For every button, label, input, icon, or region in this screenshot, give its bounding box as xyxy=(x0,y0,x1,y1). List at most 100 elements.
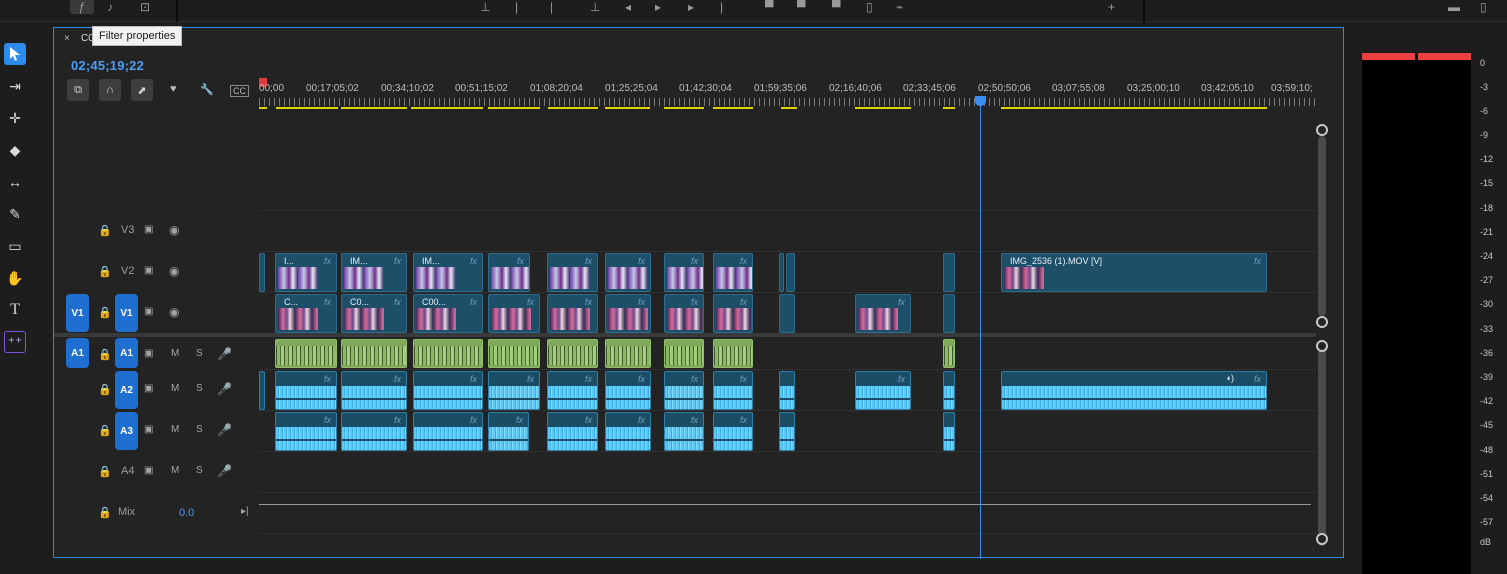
mark-in-icon[interactable]: ⊥ xyxy=(480,0,490,14)
sync-lock-icon[interactable]: ▣ xyxy=(144,465,153,476)
audio-clip[interactable]: fx xyxy=(413,371,483,410)
settings-icon[interactable]: ▬ xyxy=(1448,0,1460,14)
empty-lane[interactable] xyxy=(259,533,1317,558)
lock-icon[interactable]: 🔒 xyxy=(98,424,112,437)
lane-v1[interactable]: C... fx C0... fx C00... fx fx fx fx fx fx f… xyxy=(259,292,1317,333)
extract-icon[interactable]: ▀ xyxy=(797,0,806,14)
audio-clip[interactable]: fx xyxy=(488,412,529,451)
audio-clip[interactable] xyxy=(664,339,704,368)
audio-clip[interactable] xyxy=(547,339,598,368)
captions-icon[interactable]: CC xyxy=(230,85,249,97)
audio-clip[interactable] xyxy=(943,339,955,368)
audio-clip[interactable] xyxy=(779,412,795,451)
video-clip[interactable]: IMG_2536 (1).MOV [V] fx xyxy=(1001,253,1267,292)
audio-scrollbar[interactable] xyxy=(1318,346,1326,546)
video-clip[interactable] xyxy=(779,294,795,333)
lane-a4[interactable] xyxy=(259,451,1317,492)
video-scrollbar[interactable] xyxy=(1318,136,1326,316)
audio-clip[interactable] xyxy=(275,339,337,368)
mix-volume-value[interactable]: 0.0 xyxy=(179,507,194,519)
track-select-tool-icon[interactable]: ⇥ xyxy=(4,75,26,97)
video-clip[interactable]: C... fx xyxy=(275,294,337,333)
audio-clip[interactable]: fx xyxy=(713,412,753,451)
pen-tool-icon[interactable]: ✎ xyxy=(4,203,26,225)
go-in-icon[interactable]: | xyxy=(550,0,553,14)
audio-clip[interactable]: fx xyxy=(605,371,651,410)
video-clip[interactable]: IM... fx xyxy=(413,253,483,292)
video-clip[interactable] xyxy=(786,253,795,292)
lock-icon[interactable]: 🔒 xyxy=(98,306,112,319)
type-tool-icon[interactable]: T xyxy=(4,299,26,321)
video-clip[interactable]: I... fx xyxy=(275,253,337,292)
audio-clip[interactable]: fx xyxy=(341,412,407,451)
video-scroll-handle-top[interactable] xyxy=(1316,124,1328,136)
lane-v2[interactable]: I... fx IM... fx IM... fx fx fx fx fx fx IM… xyxy=(259,251,1317,292)
hand-tool-icon[interactable]: ✋ xyxy=(4,267,26,289)
lane-v3[interactable] xyxy=(259,210,1317,251)
mute-button[interactable]: M xyxy=(171,465,179,476)
ripple-edit-tool-icon[interactable]: ✛ xyxy=(4,107,26,129)
track-target-a2[interactable]: A2 xyxy=(115,371,138,409)
source-patch-a1[interactable]: A1 xyxy=(66,338,89,368)
eye-icon[interactable]: ◉ xyxy=(169,305,179,319)
slip-tool-icon[interactable]: ↔ xyxy=(4,171,26,193)
audio-clip[interactable] xyxy=(779,371,795,410)
lane-a2[interactable]: fx fx fx fx fx fx fx fx fx fx ◖) xyxy=(259,369,1317,410)
panel-menu-icon[interactable]: ▯ xyxy=(1480,0,1487,14)
audio-clip[interactable]: fx ◖) xyxy=(1001,371,1267,410)
export-frame-icon[interactable]: ▀ xyxy=(832,0,841,14)
video-scroll-handle-bottom[interactable] xyxy=(1316,316,1328,328)
track-target-a3[interactable]: A3 xyxy=(115,412,138,450)
sync-lock-icon[interactable]: ▣ xyxy=(144,383,153,394)
audio-clip[interactable]: fx xyxy=(275,371,337,410)
go-to-end-icon[interactable]: ▸| xyxy=(241,506,249,517)
solo-button[interactable]: S xyxy=(196,424,203,435)
sync-lock-icon[interactable]: ▣ xyxy=(144,348,153,359)
snap-icon[interactable]: ∩ xyxy=(99,79,121,101)
lift-icon[interactable]: ▀ xyxy=(765,0,774,14)
video-clip[interactable]: fx xyxy=(855,294,911,333)
audio-clip[interactable]: fx xyxy=(664,412,704,451)
sync-lock-icon[interactable]: ▣ xyxy=(144,265,153,276)
playhead-line[interactable] xyxy=(980,98,981,559)
audio-clip[interactable] xyxy=(605,339,651,368)
audio-track-icon[interactable]: ♪ xyxy=(107,0,113,14)
lock-icon[interactable]: 🔒 xyxy=(98,224,112,237)
speech-to-text-tool-icon[interactable]: ⁺⁺ xyxy=(4,331,26,353)
step-forward-icon[interactable]: ▸ xyxy=(688,0,694,14)
nest-toggle-icon[interactable]: ⧉ xyxy=(67,79,89,101)
video-clip[interactable] xyxy=(779,253,784,292)
vr-icon[interactable]: ⌁ xyxy=(896,0,903,14)
go-out-icon[interactable]: | xyxy=(720,0,723,14)
mute-button[interactable]: M xyxy=(171,383,179,394)
video-clip[interactable] xyxy=(943,294,955,333)
add-button-icon[interactable]: + xyxy=(1108,0,1115,14)
playhead-timecode[interactable]: 02;45;19;22 xyxy=(71,58,144,73)
linked-selection-icon[interactable]: ⬈ xyxy=(131,79,153,101)
close-tab-icon[interactable]: × xyxy=(64,33,70,44)
video-clip[interactable]: fx xyxy=(713,253,753,292)
sync-lock-icon[interactable]: ▣ xyxy=(144,306,153,317)
time-ruler[interactable]: 00;00 00;17;05;02 00;34;10;02 00;51;15;0… xyxy=(259,78,1319,110)
track-target-a1[interactable]: A1 xyxy=(115,338,138,368)
video-clip[interactable] xyxy=(943,253,955,292)
audio-clip[interactable]: fx xyxy=(275,412,337,451)
audio-clip[interactable]: fx xyxy=(341,371,407,410)
compare-icon[interactable]: ▯ xyxy=(866,0,873,14)
video-clip[interactable]: fx xyxy=(605,294,651,333)
wrench-icon[interactable]: 🔧 xyxy=(200,83,214,96)
microphone-icon[interactable]: 🎤 xyxy=(217,423,232,437)
lock-icon[interactable]: 🔒 xyxy=(98,465,112,478)
audio-clip[interactable] xyxy=(943,412,955,451)
video-clip[interactable]: C0... fx xyxy=(341,294,407,333)
microphone-icon[interactable]: 🎤 xyxy=(217,382,232,396)
solo-button[interactable]: S xyxy=(196,348,203,359)
mix-volume-line[interactable] xyxy=(259,504,1311,505)
microphone-icon[interactable]: 🎤 xyxy=(217,464,232,478)
audio-clip[interactable]: fx xyxy=(547,371,598,410)
audio-clip[interactable]: fx xyxy=(605,412,651,451)
sync-lock-icon[interactable]: ▣ xyxy=(144,224,153,235)
eye-icon[interactable]: ◉ xyxy=(169,264,179,278)
video-clip[interactable]: fx xyxy=(605,253,651,292)
audio-scroll-handle-bottom[interactable] xyxy=(1316,533,1328,545)
